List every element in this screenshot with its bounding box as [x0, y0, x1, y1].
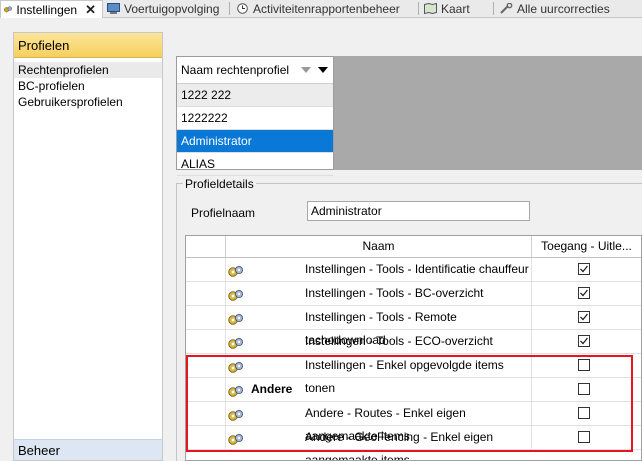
permission-name-cell: Instellingen - Tools - BC-overzicht	[226, 282, 532, 305]
permission-row[interactable]: Instellingen - Tools - BC-overzicht	[186, 282, 641, 306]
permission-name-cell: Instellingen - Tools - Remote tachodownl…	[226, 306, 532, 347]
row-indicator	[186, 258, 226, 281]
access-checkbox-checked[interactable]	[578, 311, 590, 323]
gears-icon	[4, 6, 12, 13]
column-header-label: Naam rechtenprofiel	[181, 63, 290, 77]
access-checkbox-checked[interactable]	[578, 335, 590, 347]
profiles-panel: Profielen Rechtenprofielen BC-profielen …	[13, 32, 163, 461]
permission-name-cell: Instellingen - Tools - ECO-overzicht	[226, 330, 532, 353]
sort-arrow-icon[interactable]	[318, 67, 328, 73]
profile-list: Naam rechtenprofiel 1222 222 1222222 Adm…	[176, 56, 334, 176]
permission-name-cell: Andere	[226, 378, 532, 401]
tools-icon	[500, 3, 513, 14]
tab-alle-uurcorrecties[interactable]: Alle uurcorrecties	[497, 0, 610, 17]
gears-icon	[228, 287, 244, 301]
grid-header: Naam Toegang - Uitle...	[186, 236, 641, 258]
gears-icon	[228, 359, 244, 373]
profile-details-legend: Profieldetails	[183, 177, 256, 191]
clock-icon	[237, 3, 248, 14]
beheer-section[interactable]: Beheer	[14, 439, 162, 460]
permission-name: Andere	[251, 382, 293, 396]
permission-name: Instellingen - Tools - BC-overzicht	[305, 286, 484, 300]
access-checkbox[interactable]	[578, 407, 590, 419]
permission-row[interactable]: Instellingen - Tools - Remote tachodownl…	[186, 306, 641, 347]
profile-row[interactable]: 1222222	[177, 107, 333, 130]
permission-name: Andere - GeoFencing - Enkel eigen aangem…	[305, 430, 494, 461]
permission-name-cell: Andere - Routes - Enkel eigen aangemaakt…	[226, 402, 532, 443]
sidebar-item-gebruikersprofielen[interactable]: Gebruikersprofielen	[14, 94, 162, 110]
tab-kaart[interactable]: Kaart	[421, 0, 470, 17]
profile-row-selected[interactable]: Administrator	[177, 130, 333, 153]
tab-separator	[493, 2, 494, 15]
row-indicator-header	[186, 236, 226, 257]
profile-list-header[interactable]: Naam rechtenprofiel	[177, 57, 333, 84]
vehicle-monitor-icon	[107, 3, 120, 14]
permission-row[interactable]: Andere - Routes - Enkel eigen aangemaakt…	[186, 402, 641, 443]
permissions-grid: Naam Toegang - Uitle... Instellingen - T…	[185, 235, 642, 461]
row-indicator	[186, 378, 226, 401]
row-indicator	[186, 402, 226, 425]
sidebar-item-bc-profielen[interactable]: BC-profielen	[14, 78, 162, 94]
close-icon[interactable]: ✕	[85, 2, 96, 18]
gears-icon	[228, 335, 244, 349]
row-indicator	[186, 354, 226, 377]
tab-separator	[229, 2, 230, 15]
tab-label: Kaart	[441, 1, 470, 16]
access-checkbox[interactable]	[578, 359, 590, 371]
access-checkbox-checked[interactable]	[578, 287, 590, 299]
map-icon	[424, 3, 437, 14]
tab-activiteitenrapportenbeheer[interactable]: Activiteitenrapportenbeheer	[233, 0, 400, 17]
tab-separator	[418, 2, 419, 15]
profile-row[interactable]: ALIAS	[177, 153, 333, 176]
row-indicator	[186, 306, 226, 329]
gears-icon	[228, 383, 244, 397]
permission-row[interactable]: Andere - GeoFencing - Enkel eigen aangem…	[186, 426, 641, 460]
group-row[interactable]: Andere	[186, 378, 641, 402]
permission-name-cell: Instellingen - Tools - Identificatie cha…	[226, 258, 532, 281]
profile-name-label: Profielnaam	[191, 206, 256, 220]
permission-row[interactable]: Instellingen - Enkel opgevolgde items to…	[186, 354, 641, 395]
profile-name-field[interactable]: Administrator	[307, 201, 530, 221]
gears-icon	[228, 311, 244, 325]
filter-icon[interactable]	[301, 67, 311, 73]
profiles-header: Profielen	[14, 33, 162, 58]
permission-name-cell: Andere - GeoFencing - Enkel eigen aangem…	[226, 426, 532, 460]
gears-icon	[228, 407, 244, 421]
gears-icon	[228, 431, 244, 445]
column-header-naam[interactable]: Naam	[226, 236, 532, 257]
access-checkbox[interactable]	[578, 383, 590, 395]
profile-row[interactable]: 1222 222	[177, 84, 333, 107]
tab-label: Alle uurcorrecties	[517, 1, 610, 16]
access-checkbox[interactable]	[578, 431, 590, 443]
permission-name: Instellingen - Tools - Identificatie cha…	[305, 262, 529, 276]
permission-name: Instellingen - Tools - ECO-overzicht	[305, 334, 493, 348]
tab-label: Voertuigopvolging	[124, 1, 220, 16]
tab-label: Instellingen	[16, 2, 78, 17]
tab-label: Activiteitenrapportenbeheer	[253, 1, 400, 16]
tab-strip: Instellingen ✕ Voertuigopvolging Activit…	[0, 0, 642, 18]
row-indicator	[186, 282, 226, 305]
access-checkbox-checked[interactable]	[578, 263, 590, 275]
tab-instellingen[interactable]: Instellingen ✕	[0, 0, 103, 18]
column-header-toegang[interactable]: Toegang - Uitle...	[532, 236, 641, 257]
row-indicator	[186, 426, 226, 449]
permission-name-cell: Instellingen - Enkel opgevolgde items to…	[226, 354, 532, 395]
permission-row[interactable]: Instellingen - Tools - ECO-overzicht	[186, 330, 641, 354]
row-indicator	[186, 330, 226, 353]
permission-row[interactable]: Instellingen - Tools - Identificatie cha…	[186, 258, 641, 282]
gears-icon	[228, 263, 244, 277]
sidebar-item-rechtenprofielen[interactable]: Rechtenprofielen	[14, 62, 162, 78]
tab-voertuigopvolging[interactable]: Voertuigopvolging	[104, 0, 219, 17]
